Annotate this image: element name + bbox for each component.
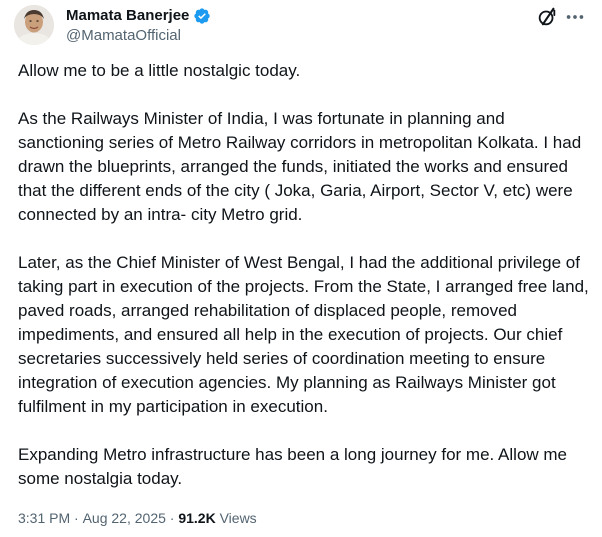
tweet-paragraph: Later, as the Chief Minister of West Ben… — [18, 253, 589, 416]
tweet-paragraph: Expanding Metro infrastructure has been … — [18, 445, 568, 488]
tweet-metadata: 3:31 PM · Aug 22, 2025 · 91.2K Views — [18, 508, 257, 528]
tweet-date[interactable]: Aug 22, 2025 — [83, 508, 166, 528]
tweet-text: Allow me to be a little nostalgic today.… — [18, 59, 590, 515]
avatar[interactable] — [14, 5, 54, 45]
meta-separator: · — [70, 510, 83, 526]
views-label: Views — [215, 510, 257, 526]
more-options-icon[interactable] — [564, 6, 586, 28]
views-count[interactable]: 91.2K — [178, 508, 215, 528]
author-name-row[interactable]: Mamata Banerjee — [66, 7, 211, 25]
author-display-name[interactable]: Mamata Banerjee — [66, 7, 189, 25]
author-handle[interactable]: @MamataOfficial — [66, 27, 181, 45]
grok-icon[interactable] — [536, 6, 558, 28]
tweet-card: Mamata Banerjee @MamataOfficial Allow me… — [0, 0, 602, 537]
profile-avatar — [14, 5, 54, 45]
tweet-paragraph: As the Railways Minister of India, I was… — [18, 109, 582, 224]
tweet-time[interactable]: 3:31 PM — [18, 508, 70, 528]
tweet-paragraph: Allow me to be a little nostalgic today. — [18, 61, 301, 80]
meta-separator: · — [165, 510, 179, 526]
verified-badge-icon[interactable] — [193, 7, 211, 25]
